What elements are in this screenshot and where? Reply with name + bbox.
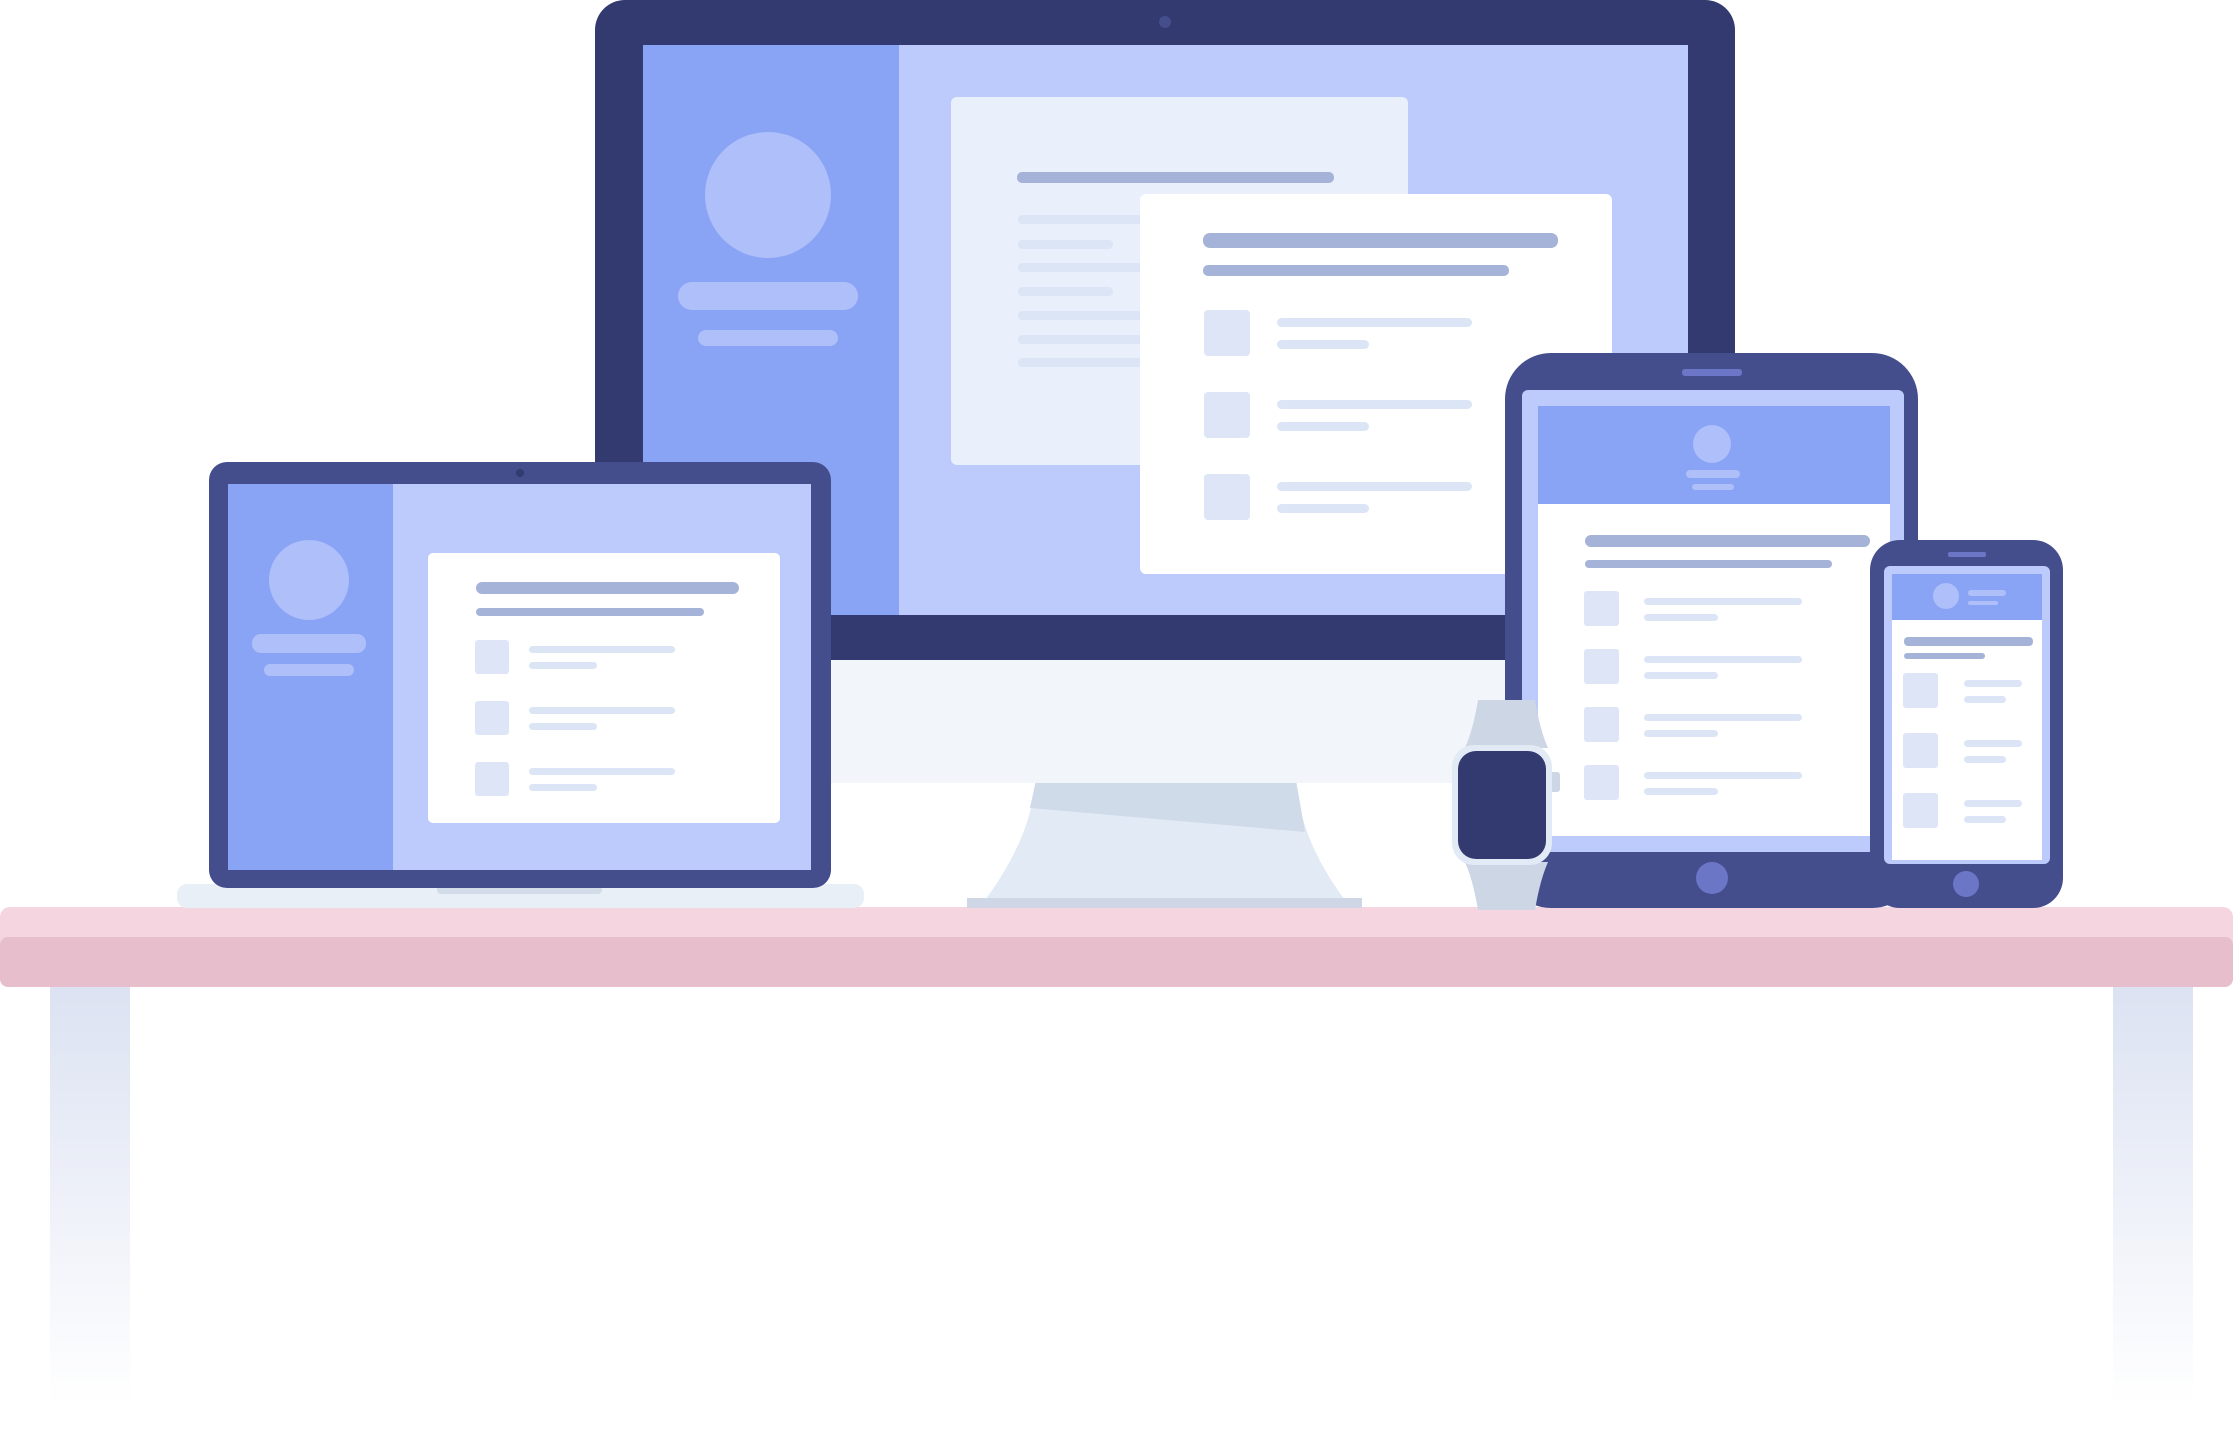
- list-item-thumbnail: [1584, 591, 1619, 626]
- list-item-line-short: [1964, 756, 2006, 763]
- list-item-line-long: [1644, 656, 1802, 663]
- list-item-thumbnail: [1903, 733, 1938, 768]
- tablet-home-button[interactable]: [1696, 862, 1728, 894]
- list-item-line-short: [1964, 696, 2006, 703]
- list-item-line-long: [1277, 318, 1472, 327]
- front-card-title-line: [1203, 233, 1558, 248]
- list-item-line-short: [1644, 788, 1718, 795]
- tablet-title-line: [1585, 535, 1870, 547]
- list-item-line-short: [1964, 816, 2006, 823]
- list-item-line-short: [529, 784, 597, 791]
- laptop-subtitle-line-2: [476, 608, 704, 616]
- list-item-line-short: [529, 723, 597, 730]
- desk-leg-left: [50, 985, 130, 1405]
- desk: [0, 907, 2233, 1405]
- list-item-thumbnail: [475, 701, 509, 735]
- list-item-line-long: [1644, 772, 1802, 779]
- laptop-avatar: [269, 540, 349, 620]
- monitor-camera: [1159, 16, 1171, 28]
- list-item-line-long: [1964, 800, 2022, 807]
- watch-band-top: [1465, 700, 1548, 748]
- list-item-line-long: [1277, 400, 1472, 409]
- list-item-line-long: [529, 768, 675, 775]
- list-item-line-long: [1277, 482, 1472, 491]
- laptop-name-line: [252, 634, 366, 653]
- list-item-thumbnail: [1204, 310, 1250, 356]
- list-item-line-long: [529, 707, 675, 714]
- list-item-line-short: [1644, 672, 1718, 679]
- desk-leg-right: [2113, 985, 2193, 1405]
- list-item-thumbnail: [1204, 392, 1250, 438]
- list-item-line-long: [1644, 598, 1802, 605]
- watch-face[interactable]: [1458, 751, 1546, 859]
- list-item-thumbnail: [475, 640, 509, 674]
- laptop-camera: [516, 469, 524, 477]
- phone-title-line: [1904, 637, 2033, 646]
- tablet-subtitle-line-2: [1585, 560, 1832, 568]
- monitor-avatar: [705, 132, 831, 258]
- monitor-subtitle-line: [698, 330, 838, 346]
- laptop: [177, 462, 864, 908]
- list-item-thumbnail: [1204, 474, 1250, 520]
- list-item-line-long: [1644, 714, 1802, 721]
- list-item-line-long: [529, 646, 675, 653]
- list-item-line-short: [1644, 614, 1718, 621]
- monitor-name-line: [678, 282, 858, 310]
- tablet-subtitle-line: [1692, 484, 1734, 490]
- list-item-thumbnail: [1903, 673, 1938, 708]
- tablet-avatar: [1693, 425, 1731, 463]
- monitor-base: [967, 898, 1362, 908]
- list-item-thumbnail: [1903, 793, 1938, 828]
- list-item-thumbnail: [1584, 765, 1619, 800]
- laptop-subtitle-line: [264, 664, 354, 676]
- phone-speaker: [1948, 552, 1986, 557]
- list-item-thumbnail: [475, 762, 509, 796]
- phone-subtitle-line: [1968, 601, 1998, 605]
- list-item-line-short: [1277, 504, 1369, 513]
- phone-home-button[interactable]: [1953, 871, 1979, 897]
- smartphone: [1870, 540, 2063, 908]
- phone-name-line: [1968, 590, 2006, 596]
- phone-subtitle-line-2: [1904, 653, 1985, 659]
- list-item-line-long: [1964, 680, 2022, 687]
- list-item-line-short: [529, 662, 597, 669]
- desk-front: [0, 937, 2233, 987]
- list-item-line-short: [1277, 422, 1369, 431]
- list-item-line-short: [1644, 730, 1718, 737]
- list-item-thumbnail: [1584, 649, 1619, 684]
- responsive-devices-illustration: [0, 0, 2233, 1405]
- phone-header: [1892, 574, 2042, 620]
- watch-band-bottom: [1465, 862, 1548, 910]
- back-panel-title-line: [1017, 172, 1334, 183]
- list-item-line-long: [1964, 740, 2022, 747]
- front-card-subtitle-line: [1203, 265, 1509, 276]
- tablet: [1505, 353, 1918, 908]
- phone-avatar: [1933, 583, 1959, 609]
- list-item-thumbnail: [1584, 707, 1619, 742]
- list-item-line-short: [1277, 340, 1369, 349]
- tablet-speaker: [1682, 369, 1742, 376]
- tablet-name-line: [1686, 470, 1740, 478]
- laptop-title-line: [476, 582, 739, 594]
